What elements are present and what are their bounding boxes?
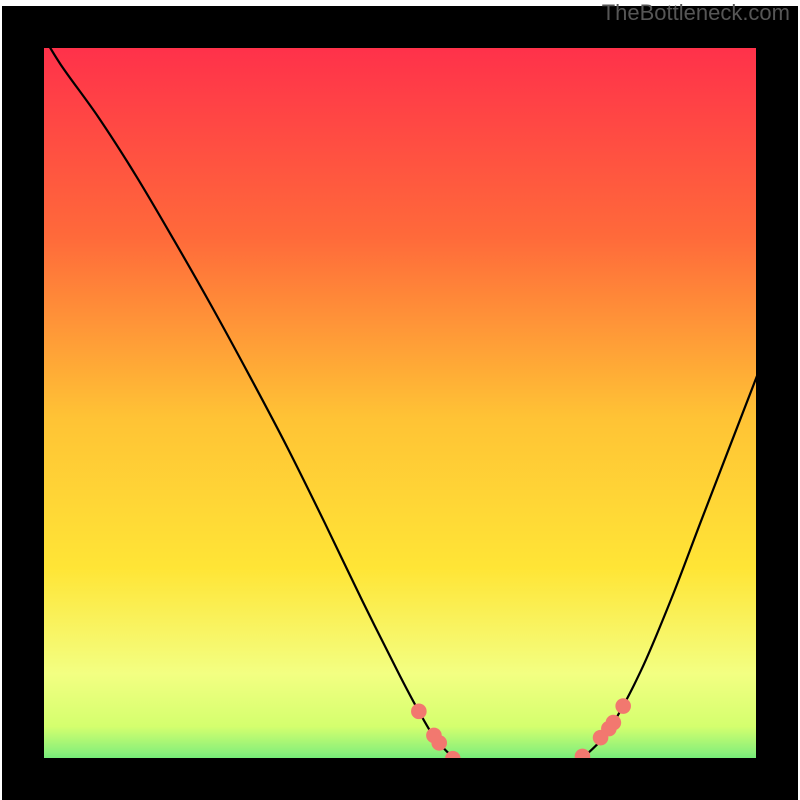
data-point xyxy=(431,735,447,751)
data-point xyxy=(615,698,631,714)
data-point xyxy=(411,704,427,720)
chart-container: TheBottleneck.com xyxy=(0,0,800,800)
attribution-text: TheBottleneck.com xyxy=(602,0,790,26)
data-point xyxy=(606,715,622,731)
bottleneck-chart xyxy=(0,0,800,800)
